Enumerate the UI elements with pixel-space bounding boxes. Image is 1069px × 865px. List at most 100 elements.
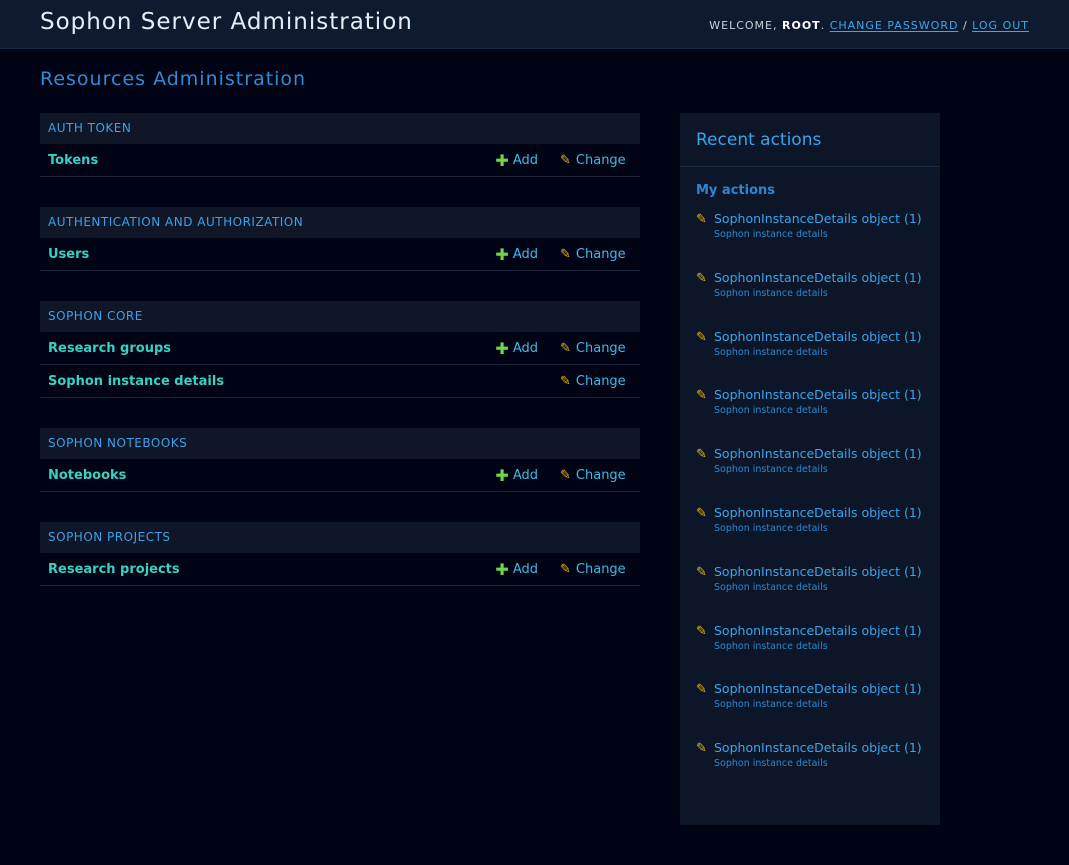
model-link[interactable]: Sophon instance details [40,374,470,389]
change-link[interactable]: ✎ Change [560,468,640,483]
pencil-icon: ✎ [696,623,707,639]
pencil-icon: ✎ [560,340,571,356]
period: . [820,19,826,32]
model-link[interactable]: Research projects [40,562,470,577]
model-link[interactable]: Research groups [40,341,470,356]
recent-action-item: ✎ SophonInstanceDetails object (1) Sophon … [680,387,940,446]
recent-action-type: Sophon instance details [714,229,828,240]
plus-icon: ✚ [495,559,509,579]
pencil-icon: ✎ [696,388,707,404]
log-out-link[interactable]: LOG OUT [972,19,1029,32]
change-link[interactable]: ✎ Change [560,341,640,356]
app-caption[interactable]: SOPHON CORE [40,301,640,332]
app-module: SOPHON PROJECTS Research projects ✚ Add ✎ Cha… [40,522,640,586]
add-link[interactable]: ✚ Add [470,560,560,579]
change-label: Change [575,467,626,483]
add-link[interactable]: ✚ Add [470,466,560,485]
recent-actions-title: Recent actions [680,113,940,167]
pencil-icon: ✎ [696,212,707,227]
change-link[interactable]: ✎ Change [560,562,640,577]
add-link[interactable]: ✚ Add [470,151,560,170]
model-row: Users ✚ Add ✎ Change [40,238,640,271]
model-link[interactable]: Notebooks [40,468,470,483]
recent-action-type: Sophon instance details [714,758,828,770]
recent-action-type: Sophon instance details [714,287,828,299]
recent-action-link[interactable]: SophonInstanceDetails object (1) [714,505,928,521]
recent-action-item: ✎ SophonInstanceDetails object (1) Sophon … [680,623,940,682]
recent-action-link[interactable]: SophonInstanceDetails object (1) [714,446,928,462]
recent-action-type: Sophon instance details [714,522,828,534]
recent-action-type: Sophon instance details [714,464,828,476]
plus-icon: ✚ [495,150,509,170]
app-caption[interactable]: SOPHON PROJECTS [40,522,640,553]
recent-action-item: ✎ SophonInstanceDetails object (1) Sophon … [680,446,940,505]
app-module: SOPHON NOTEBOOKS Notebooks ✚ Add ✎ Change [40,428,640,492]
recent-action-link[interactable]: SophonInstanceDetails object (1) [714,387,928,403]
app-caption[interactable]: AUTH TOKEN [40,113,640,144]
change-label: Change [575,561,626,577]
change-label: Change [575,340,626,356]
change-label: Change [575,246,626,262]
change-label: Change [575,373,626,389]
add-link[interactable]: ✚ Add [470,245,560,264]
recent-action-link[interactable]: SophonInstanceDetails object (1) [714,564,928,580]
username: ROOT [782,19,821,32]
action-list: ✎ SophonInstanceDetails object (1) Sophon … [680,211,940,799]
pencil-icon: ✎ [560,561,571,577]
recent-action-item: ✎ SophonInstanceDetails object (1) Sophon … [680,564,940,623]
app-list: AUTH TOKEN Tokens ✚ Add ✎ Change AUTHENTICATIO… [40,113,640,616]
pencil-icon: ✎ [560,467,571,483]
model-link[interactable]: Tokens [40,153,470,168]
pencil-icon: ✎ [560,373,571,389]
recent-action-link[interactable]: SophonInstanceDetails object (1) [714,623,928,639]
app-caption[interactable]: SOPHON NOTEBOOKS [40,428,640,459]
recent-action-type: Sophon instance details [714,346,828,358]
add-label: Add [512,340,538,356]
add-link[interactable]: ✚ Add [470,339,560,358]
plus-icon: ✚ [495,465,509,485]
recent-action-link[interactable]: SophonInstanceDetails object (1) [714,270,928,286]
app-module: SOPHON CORE Research groups ✚ Add ✎ Change Sop… [40,301,640,398]
header: Sophon Server Administration WELCOME, RO… [0,0,1069,49]
model-link[interactable]: Users [40,247,470,262]
change-label: Change [575,152,626,168]
recent-action-link[interactable]: SophonInstanceDetails object (1) [714,211,928,227]
change-link[interactable]: ✎ Change [560,153,640,168]
site-title[interactable]: Sophon Server Administration [40,9,413,35]
add-label: Add [512,246,538,262]
app-module: AUTH TOKEN Tokens ✚ Add ✎ Change [40,113,640,177]
recent-actions-panel: Recent actions My actions ✎ SophonInstanc… [680,113,940,825]
model-row: Research groups ✚ Add ✎ Change [40,332,640,365]
my-actions-heading: My actions [696,183,776,198]
pencil-icon: ✎ [696,270,707,286]
pencil-icon: ✎ [696,329,707,345]
change-password-link[interactable]: CHANGE PASSWORD [830,19,959,32]
page-title: Resources Administration [40,68,307,90]
change-link[interactable]: ✎ Change [560,374,640,389]
pencil-icon: ✎ [560,152,571,168]
welcome-text: WELCOME, [709,19,778,32]
add-label: Add [512,467,538,483]
plus-icon: ✚ [495,244,509,264]
recent-action-link[interactable]: SophonInstanceDetails object (1) [714,329,928,345]
model-row: Research projects ✚ Add ✎ Change [40,553,640,586]
recent-action-type: Sophon instance details [714,581,828,593]
add-label: Add [512,561,538,577]
pencil-icon: ✎ [696,564,707,580]
recent-action-item: ✎ SophonInstanceDetails object (1) Sophon … [680,211,940,270]
change-link[interactable]: ✎ Change [560,247,640,262]
recent-action-type: Sophon instance details [714,699,828,711]
app-caption[interactable]: AUTHENTICATION AND AUTHORIZATION [40,207,640,238]
recent-action-link[interactable]: SophonInstanceDetails object (1) [714,681,928,697]
recent-action-link[interactable]: SophonInstanceDetails object (1) [714,740,928,756]
add-label: Add [512,152,538,168]
app-module: AUTHENTICATION AND AUTHORIZATION Users ✚ Ad… [40,207,640,271]
pencil-icon: ✎ [696,682,707,698]
recent-action-item: ✎ SophonInstanceDetails object (1) Sophon … [680,270,940,329]
recent-action-item: ✎ SophonInstanceDetails object (1) Sophon … [680,505,940,564]
recent-action-item: ✎ SophonInstanceDetails object (1) Sophon … [680,329,940,388]
model-row: Notebooks ✚ Add ✎ Change [40,459,640,492]
pencil-icon: ✎ [560,246,571,262]
pencil-icon: ✎ [696,741,707,757]
model-row: Sophon instance details ✎ Change [40,365,640,398]
